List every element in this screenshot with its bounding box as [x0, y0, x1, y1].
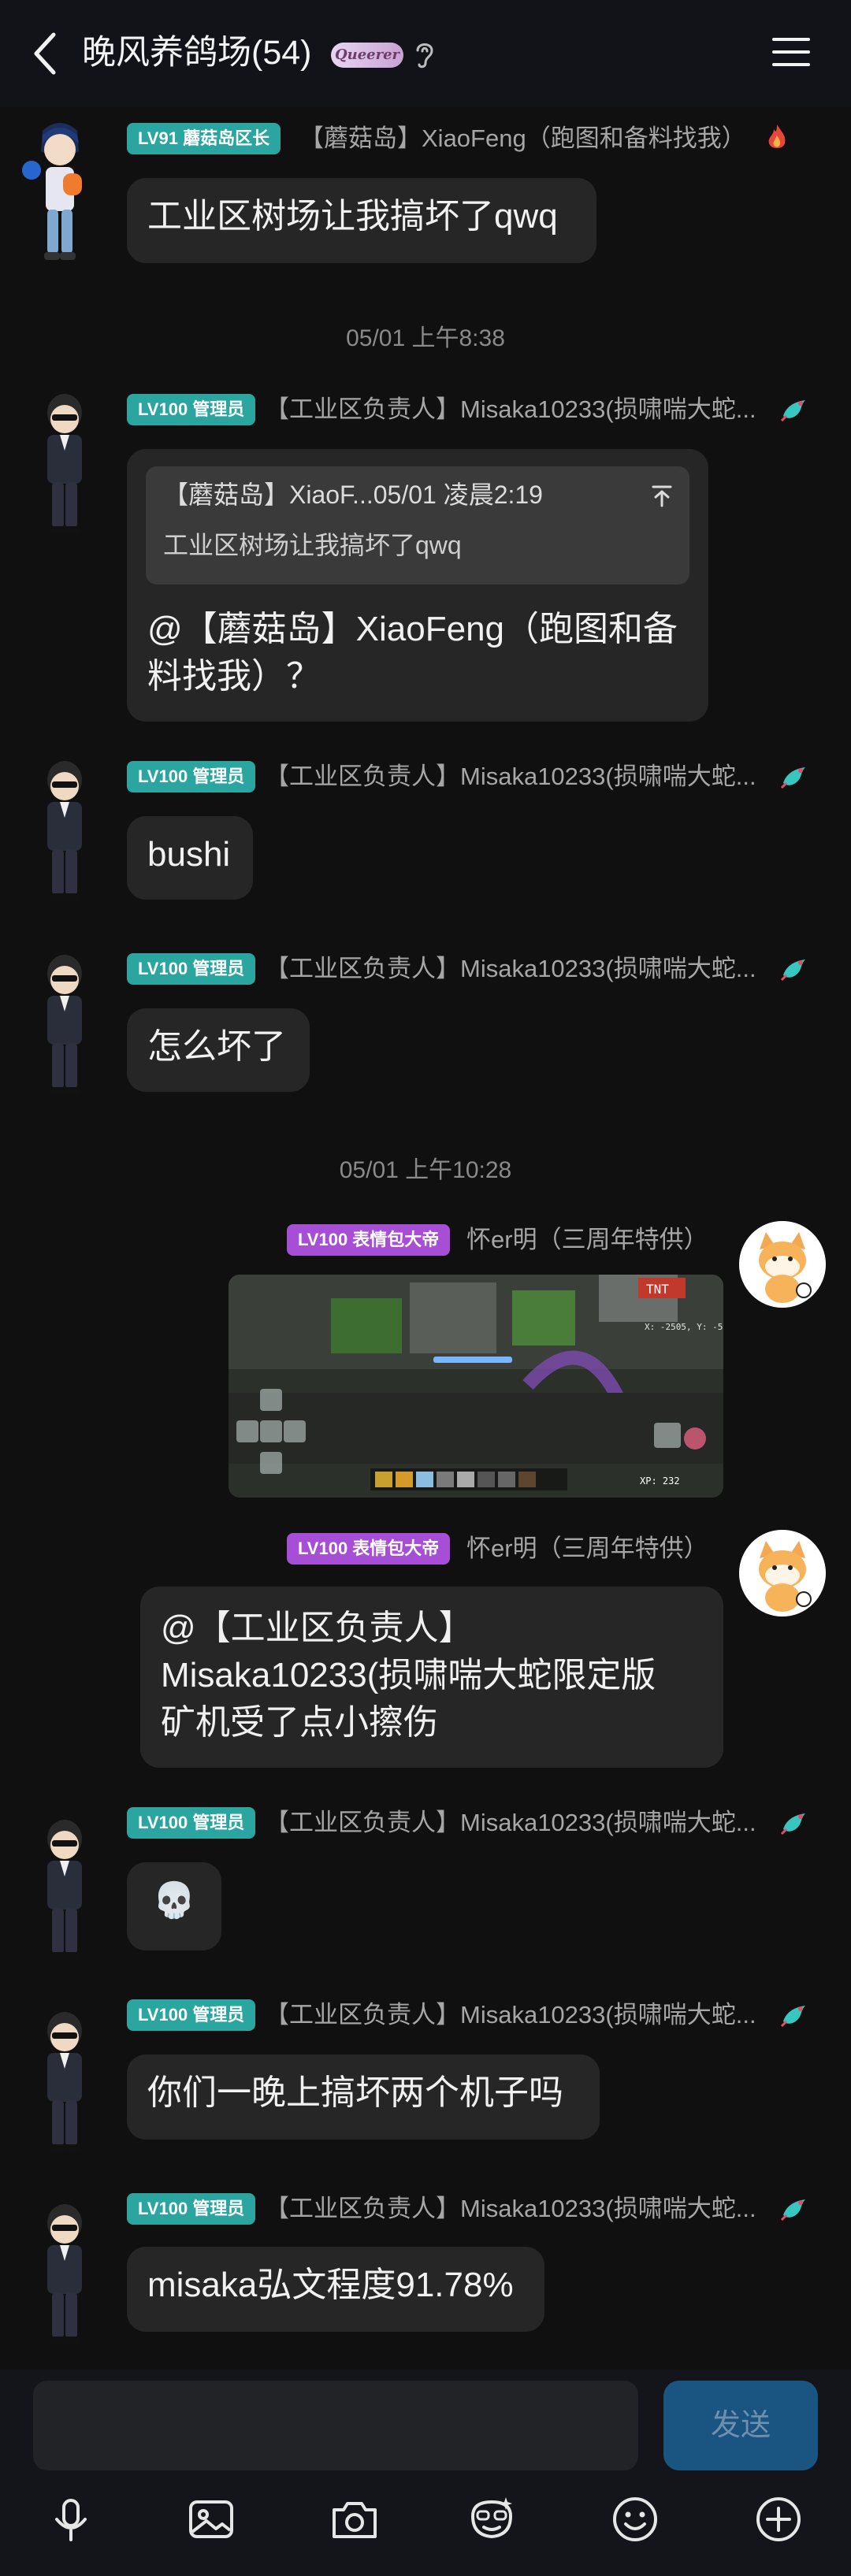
avatar[interactable]	[24, 1810, 107, 1968]
dragon-icon	[780, 960, 805, 982]
message-text-line: Misaka10233(损啸喘大蛇限定版	[161, 1656, 656, 1694]
plus-icon[interactable]	[753, 2494, 804, 2544]
mic-icon[interactable]	[46, 2494, 96, 2544]
message-text-line: 料找我）？	[147, 657, 321, 696]
message-bubble[interactable]: 💀	[127, 1862, 221, 1951]
timestamp: 05/01 上午8:38	[346, 325, 505, 351]
message-bubble[interactable]: 【蘑菇岛】XiaoF...05/01 凌晨2:19 工业区树场让我搞坏了qwq …	[127, 449, 708, 722]
avatar[interactable]	[24, 945, 107, 1103]
sender-name[interactable]: 【工业区负责人】Misaka10233(损啸喘大蛇...	[265, 1807, 777, 1839]
quote-text: 工业区树场让我搞坏了qwq	[163, 531, 462, 559]
quoted-message[interactable]: 【蘑菇岛】XiaoF...05/01 凌晨2:19 工业区树场让我搞坏了qwq	[146, 466, 689, 585]
sender-name[interactable]: 怀er明（三周年特供）	[466, 1224, 727, 1256]
avatar[interactable]	[739, 1221, 826, 1308]
level-badge: LV100 表情包大帝	[287, 1533, 451, 1565]
message-bubble[interactable]: 你们一晚上搞坏两个机子吗	[127, 2054, 600, 2140]
avatar[interactable]	[739, 1530, 826, 1616]
level-badge: LV100 管理员	[127, 1999, 256, 2031]
minecraft-scene: TNT X: -2505, Y: -53, Z: 2044 XP: 232	[229, 1275, 723, 1498]
quote-header: 【蘑菇岛】XiaoF...05/01 凌晨2:19	[163, 481, 543, 509]
message-bubble[interactable]: bushi	[127, 816, 253, 900]
level-badge: LV100 管理员	[127, 953, 256, 985]
dragon-icon	[780, 767, 805, 789]
send-button[interactable]: 发送	[663, 2381, 818, 2470]
back-icon[interactable]	[27, 30, 66, 77]
xp-readout: XP: 232	[640, 1475, 680, 1487]
message-bubble[interactable]: 怎么坏了	[127, 1008, 310, 1092]
message-text-line: @【工业区负责人】	[161, 1609, 474, 1647]
menu-icon[interactable]	[771, 35, 812, 69]
emoji-icon[interactable]	[610, 2494, 660, 2544]
coordinates-readout: X: -2505, Y: -53, Z: 2044	[645, 1322, 723, 1332]
level-badge: LV100 管理员	[127, 2193, 256, 2225]
input-toolbar	[0, 2481, 851, 2576]
sender-name[interactable]: 【工业区负责人】Misaka10233(损啸喘大蛇...	[265, 761, 777, 792]
dragon-icon	[780, 400, 805, 422]
message-text-line: @【蘑菇岛】XiaoFeng（跑图和备	[147, 610, 678, 648]
sticker-icon[interactable]	[466, 2494, 517, 2544]
sender-name[interactable]: 【工业区负责人】Misaka10233(损啸喘大蛇...	[265, 2193, 777, 2225]
avatar[interactable]	[24, 2195, 107, 2352]
message-text-line: 矿机受了点小擦伤	[161, 1703, 438, 1742]
sender-name[interactable]: 【蘑菇岛】XiaoFeng（跑图和备料找我）	[299, 123, 741, 154]
camera-icon[interactable]	[329, 2494, 380, 2544]
cat-avatar-icon	[739, 1530, 826, 1616]
avatar[interactable]	[19, 115, 102, 273]
sender-name[interactable]: 怀er明（三周年特供）	[466, 1533, 727, 1565]
cat-avatar-icon	[739, 1221, 826, 1308]
jump-to-top-icon[interactable]	[650, 484, 674, 507]
message-bubble[interactable]: @【工业区负责人】 Misaka10233(损啸喘大蛇限定版 矿机受了点小擦伤	[140, 1587, 723, 1768]
message-bubble[interactable]: 工业区树场让我搞坏了qwq	[127, 178, 596, 263]
ear-icon[interactable]	[411, 38, 438, 71]
sender-name[interactable]: 【工业区负责人】Misaka10233(损啸喘大蛇...	[265, 1999, 777, 2031]
avatar[interactable]	[24, 384, 107, 542]
avatar[interactable]	[24, 2003, 107, 2160]
level-badge: LV91 蘑菇岛区长	[127, 123, 281, 154]
avatar[interactable]	[24, 752, 107, 909]
sender-name[interactable]: 【工业区负责人】Misaka10233(损啸喘大蛇...	[265, 394, 777, 425]
shared-screenshot-image[interactable]: TNT X: -2505, Y: -53, Z: 2044 XP: 232	[229, 1275, 723, 1498]
chat-title[interactable]: 晚风养鸽场(54)	[82, 28, 311, 77]
fire-icon	[768, 124, 786, 148]
dragon-icon	[780, 2006, 805, 2028]
message-input[interactable]	[33, 2381, 638, 2470]
timestamp: 05/01 上午10:28	[339, 1157, 512, 1183]
message-bubble[interactable]: misaka弘文程度91.78%	[127, 2247, 544, 2332]
level-badge: LV100 管理员	[127, 394, 256, 425]
group-badge: Queerer	[331, 43, 403, 68]
image-icon[interactable]	[186, 2494, 236, 2544]
dragon-icon	[780, 1813, 805, 1835]
level-badge: LV100 表情包大帝	[287, 1224, 451, 1256]
dragon-icon	[780, 2199, 805, 2222]
sender-name[interactable]: 【工业区负责人】Misaka10233(损啸喘大蛇...	[265, 953, 777, 985]
level-badge: LV100 管理员	[127, 1807, 256, 1839]
level-badge: LV100 管理员	[127, 761, 256, 792]
svg-text:TNT: TNT	[646, 1282, 669, 1297]
